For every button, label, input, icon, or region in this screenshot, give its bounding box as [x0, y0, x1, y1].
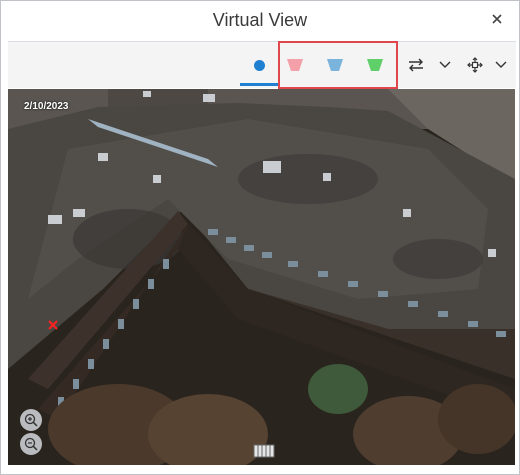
blue-dot-icon [253, 59, 265, 71]
zoom-out-button[interactable] [20, 433, 42, 455]
red-x-marker-icon [48, 320, 58, 330]
dot-view-button[interactable] [240, 42, 278, 88]
zoom-out-icon [24, 437, 38, 451]
aerial-image-viewport[interactable]: 2/10/2023 [8, 89, 515, 465]
aerial-photo [8, 89, 515, 465]
toolbar [8, 41, 516, 88]
navigation-dropdown[interactable] [492, 42, 510, 88]
chevron-down-icon [495, 61, 507, 68]
swap-dropdown[interactable] [436, 42, 454, 88]
title-bar: Virtual View [1, 1, 519, 41]
move-cross-icon [467, 57, 483, 73]
building-orientation-icon [252, 441, 276, 461]
zoom-in-icon [24, 413, 38, 427]
capture-date: 2/10/2023 [24, 101, 69, 112]
navigation-button[interactable] [464, 42, 486, 88]
swap-button[interactable] [406, 42, 426, 88]
close-icon[interactable] [489, 13, 505, 29]
chevron-down-icon [439, 61, 451, 68]
frustum-group-highlight [278, 41, 398, 89]
active-tab-indicator [240, 83, 278, 86]
zoom-in-button[interactable] [20, 409, 42, 431]
window-title: Virtual View [212, 10, 308, 30]
swap-arrows-icon [409, 58, 423, 72]
